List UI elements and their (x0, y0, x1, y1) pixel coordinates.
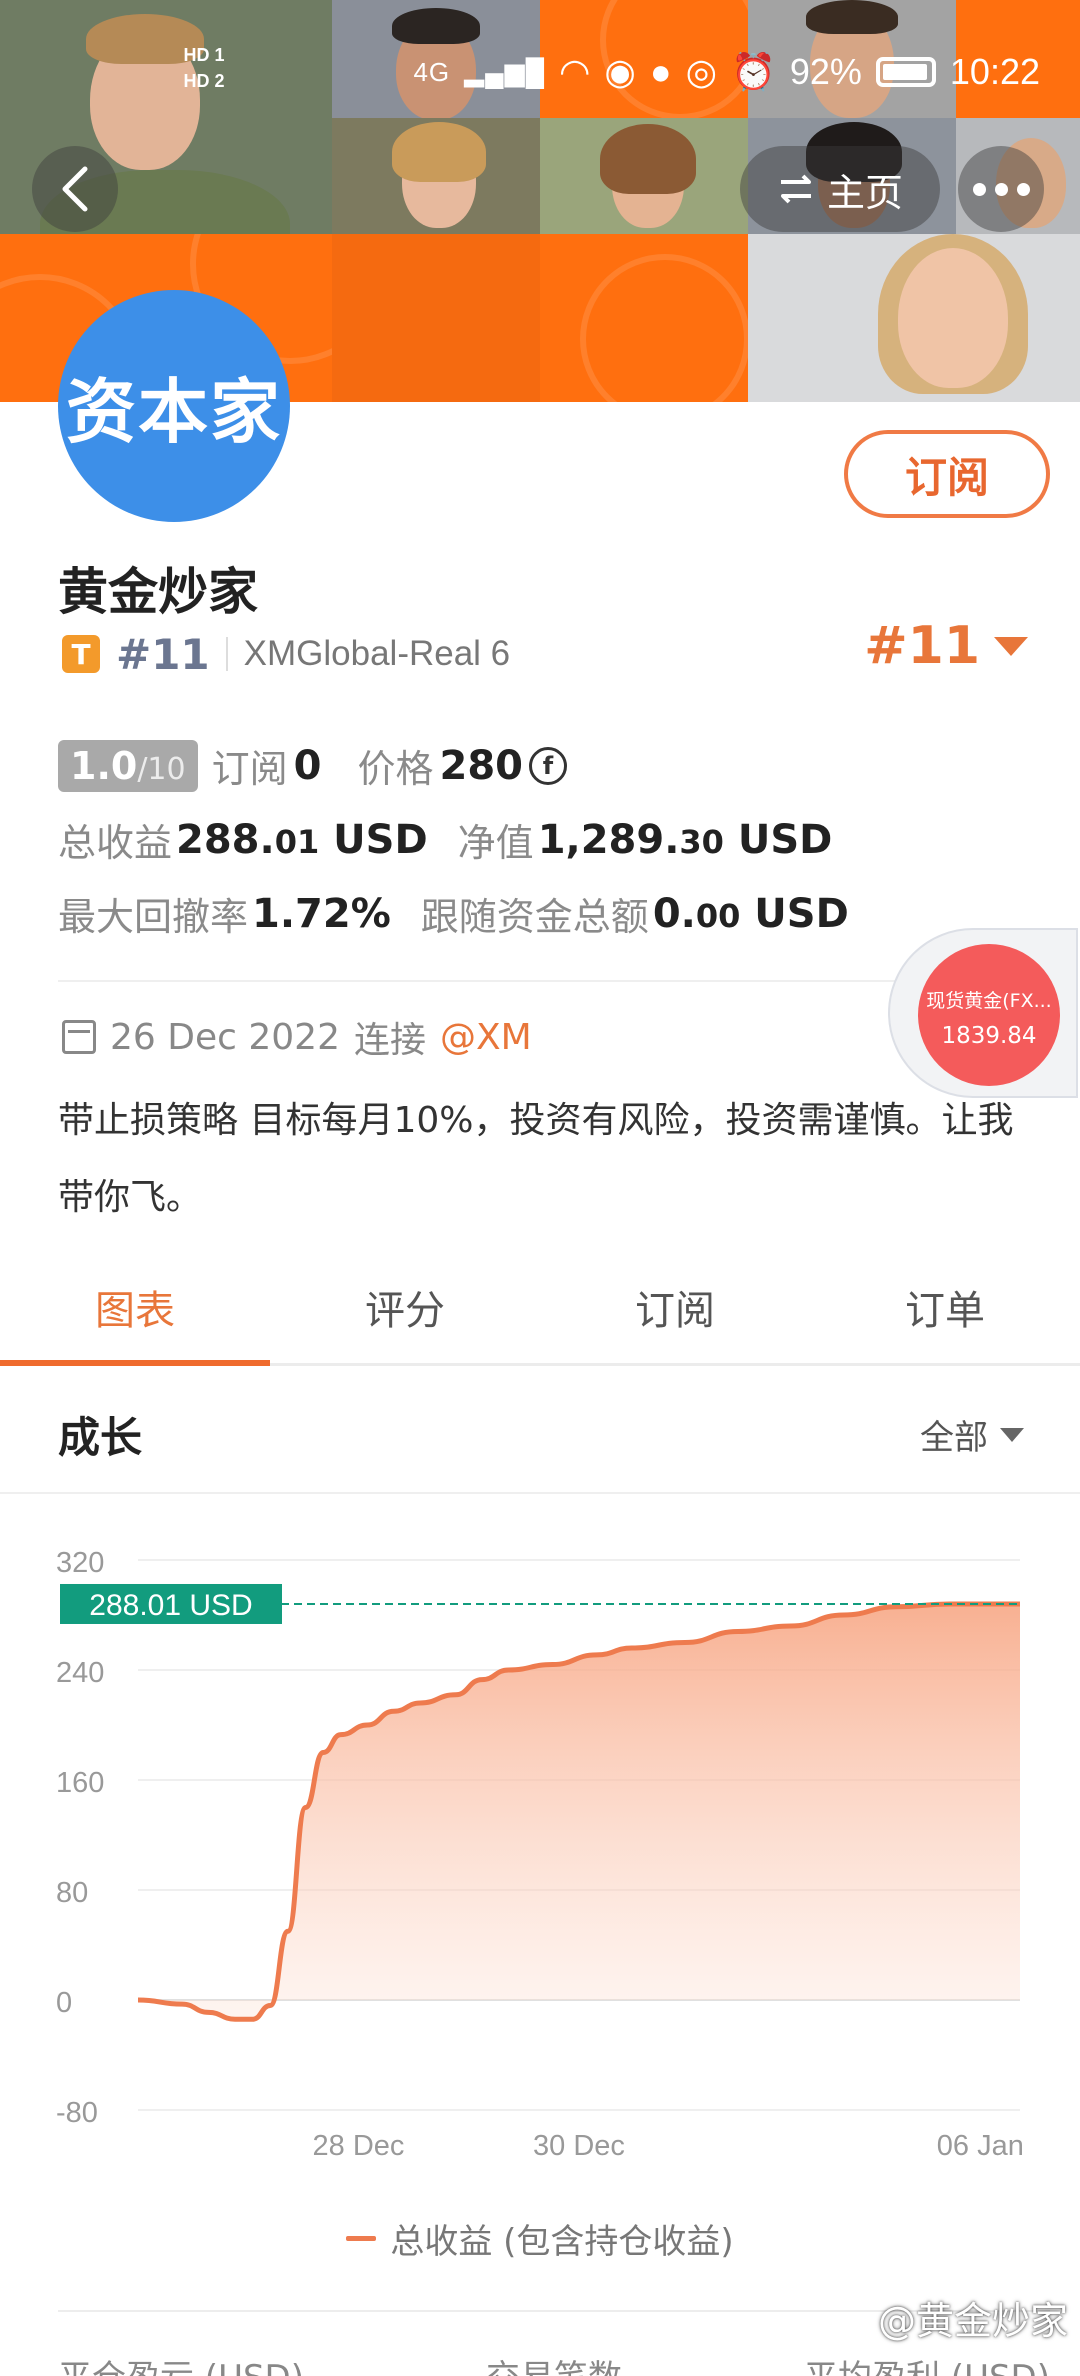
caret-down-icon (994, 636, 1028, 656)
drawdown-value: 1.72% (252, 890, 391, 937)
tab-bar: 图表 评分 订阅 订单 (0, 1250, 1080, 1366)
y-tick-label: -80 (56, 2097, 98, 2129)
caret-down-icon (1000, 1427, 1024, 1442)
wifi-icon: ◠ (559, 51, 591, 92)
connection-date: 26 Dec 2022 连接 @XM (62, 1012, 532, 1062)
banner-photo (540, 118, 748, 234)
x-tick-label: 06 Jan (937, 2130, 1024, 2162)
rank-line: T #11 XMGlobal-Real 6 (62, 629, 511, 679)
growth-chart[interactable]: 320 240 160 80 0 -80 28 Dec 30 Dec 06 Jan 288.01 … (0, 1500, 1080, 2200)
range-value: 全部 (920, 1418, 988, 1458)
rank-small: #11 (116, 629, 210, 679)
score-row: 1.0/10 订阅 0 价格 280 f (58, 738, 567, 793)
profit-row: 总收益 288.01 USD 净值 1,289.30 USD (58, 812, 832, 867)
chevron-left-icon (62, 166, 88, 212)
closed-pnl-label: 平仓盈亏 (USD) (58, 2350, 304, 2376)
price-value: 280 (439, 742, 523, 789)
divider (225, 637, 228, 671)
eye-icon: ◎ (685, 51, 718, 92)
marker-label: 288.01 USD (89, 1589, 252, 1622)
account-server: XMGlobal-Real 6 (243, 634, 511, 673)
avatar[interactable]: 资本家 (58, 290, 290, 522)
rank-dropdown[interactable]: #11 (864, 616, 1028, 676)
growth-chart-svg: 320 240 160 80 0 -80 28 Dec 30 Dec 06 Jan 288.01 … (56, 1547, 1024, 2162)
y-tick-label: 240 (56, 1657, 104, 1689)
calendar-icon (62, 1020, 96, 1054)
quote-price: 1839.84 (941, 1023, 1037, 1049)
equity-label: 净值 (457, 821, 534, 865)
y-tick-label: 320 (56, 1547, 104, 1579)
section-title: 成长 (58, 1413, 143, 1462)
drawdown-row: 最大回撤率 1.72% 跟随资金总额 0.00 USD (58, 886, 849, 941)
clock: 10:22 (949, 51, 1040, 92)
more-dots-icon (972, 182, 986, 196)
start-date: 26 Dec 2022 (110, 1016, 340, 1058)
equity-value: 1,289.30 USD (537, 816, 833, 863)
x-tick-label: 30 Dec (533, 2130, 625, 2162)
follow-funds-label: 跟随资金总额 (420, 895, 649, 939)
avatar-text: 资本家 (66, 370, 282, 453)
tab-rating[interactable]: 评分 (270, 1250, 540, 1363)
subscribe-count-label: 订阅 (211, 747, 288, 791)
tab-orders[interactable]: 订单 (810, 1250, 1080, 1363)
watermark: @黄金炒家 (877, 2299, 1068, 2343)
y-tick-label: 80 (56, 1877, 88, 1909)
coin-icon: f (528, 746, 567, 785)
connect-label: 连接 (353, 1020, 426, 1061)
broker-link[interactable]: @XM (440, 1017, 532, 1058)
stats-header: 平仓盈亏 (USD) 交易笔数 平均盈利 (USD) (58, 2350, 1050, 2376)
bio-text: 带止损策略 目标每月10%，投资有风险，投资需谨慎。让我带你飞。 (58, 1100, 1014, 1218)
rank-big: #11 (864, 616, 980, 676)
score-badge: 1.0/10 (58, 739, 198, 792)
x-tick-label: 28 Dec (313, 2130, 405, 2162)
y-tick-label: 160 (56, 1767, 104, 1799)
drawdown-label: 最大回撤率 (58, 895, 249, 939)
banner-photo (332, 118, 540, 234)
chart-legend: 总收益 (包含持仓收益) (0, 2214, 1080, 2263)
quote-bubble[interactable]: 现货黄金(FX... 1839.84 (918, 944, 1060, 1086)
floating-quote-widget[interactable]: 现货黄金(FX... 1839.84 (888, 928, 1078, 1098)
series-area (138, 1603, 1020, 2020)
quote-symbol: 现货黄金(FX... (926, 990, 1052, 1012)
follow-funds-value: 0.00 USD (652, 890, 849, 937)
app-notification-icon: ◉ (604, 51, 636, 92)
back-button[interactable] (32, 146, 118, 232)
battery-percent: 92% (789, 51, 862, 92)
legend-label: 总收益 (包含持仓收益) (390, 2222, 734, 2262)
y-tick-label: 0 (56, 1987, 72, 2019)
tab-subscribe[interactable]: 订阅 (540, 1250, 810, 1363)
alarm-icon: ⏰ (731, 51, 776, 92)
banner-tile (540, 234, 748, 402)
banner-tile (332, 234, 540, 402)
divider (0, 1492, 1080, 1494)
battery-icon (875, 57, 936, 87)
total-profit-label: 总收益 (58, 821, 173, 865)
tier-badge: T (62, 635, 100, 673)
tab-chart[interactable]: 图表 (0, 1250, 270, 1366)
signal-icon: 4G (413, 56, 451, 87)
total-profit-value: 288.01 USD (176, 816, 428, 863)
subscribe-button[interactable]: 订阅 (844, 430, 1050, 518)
trade-count-label: 交易笔数 (486, 2350, 622, 2376)
legend-swatch (346, 2236, 377, 2241)
subscribe-count: 0 (293, 742, 322, 789)
status-bar: HD 1 HD 2 4G ▂▄▆█ ◠ ◉ ● ◎ ⏰ 92% 10:22 (183, 45, 1040, 98)
swap-icon (780, 174, 811, 204)
home-button[interactable]: 主页 (740, 146, 940, 232)
avg-profit-label: 平均盈利 (USD) (804, 2350, 1050, 2376)
price-label: 价格 (357, 747, 434, 791)
chat-icon: ● (649, 51, 672, 92)
trader-name: 黄金炒家 (58, 563, 258, 621)
range-select[interactable]: 全部 (920, 1410, 1024, 1459)
home-label: 主页 (826, 170, 903, 215)
more-button[interactable] (958, 146, 1044, 232)
banner-photo (748, 234, 1080, 402)
signal-icon: ▂▄▆█ (464, 56, 545, 87)
hd-indicator: HD 1 HD 2 (183, 45, 225, 91)
